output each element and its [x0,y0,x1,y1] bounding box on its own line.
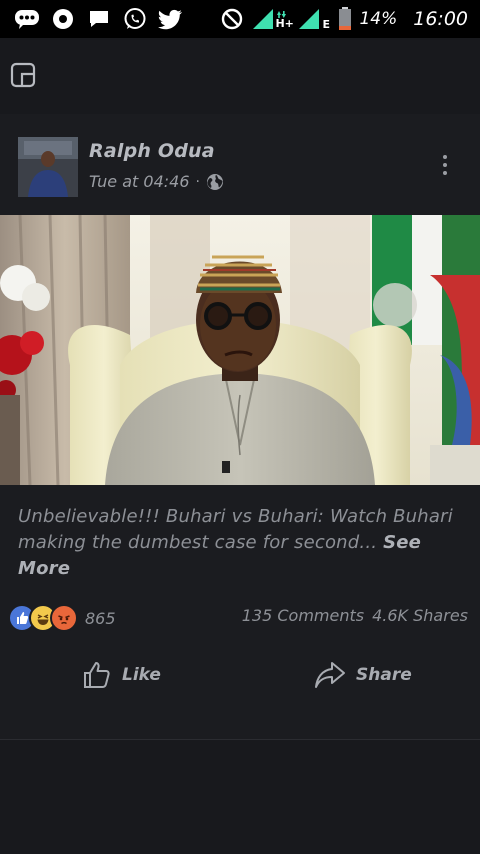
clock: 16:00 [413,8,468,30]
more-options-icon[interactable] [432,150,458,180]
record-icon [50,8,76,30]
battery-icon [337,7,353,30]
engagement-stats: 135 Comments 4.6K Shares [242,606,468,625]
globe-icon [206,173,224,191]
reaction-count: 865 [85,608,116,628]
signal-icon-2: E [297,8,331,31]
like-label: Like [122,665,161,685]
author-name[interactable]: Ralph Odua [89,140,215,162]
post-meta: Tue at 04:46 · [89,172,224,191]
signal-icon: H+ [251,8,294,30]
whatsapp-icon [122,8,148,30]
share-arrow-icon [314,660,346,690]
status-bar: H+ E 14% 16:00 [0,0,480,38]
avatar[interactable] [18,137,78,197]
twitter-icon [158,8,184,30]
video-frame-image [0,215,480,485]
post-timestamp[interactable]: Tue at 04:46 [89,172,190,191]
like-button[interactable]: Like [82,660,161,690]
messenger-icon [14,8,40,30]
post-actions: Like Share [0,644,480,708]
do-not-disturb-icon [219,8,245,30]
top-bar [0,38,480,114]
thumbs-up-icon [82,660,112,690]
network-type-label-2: E [322,18,330,31]
picture-in-picture-icon[interactable] [10,62,36,88]
angry-reaction-icon [50,604,78,632]
reactions-summary[interactable]: 865 [8,604,116,632]
share-label: Share [356,665,412,685]
share-button[interactable]: Share [314,660,412,690]
battery-percent: 14% [359,9,398,29]
post-card: Ralph Odua Tue at 04:46 · Unbelievable!!… [0,114,480,740]
chat-icon [86,8,112,30]
meta-separator: · [195,173,200,190]
video-player[interactable] [0,215,480,485]
comments-count[interactable]: 135 Comments [242,606,364,625]
divider [0,739,480,740]
network-type-label: H+ [275,17,294,30]
post-caption: Unbelievable!!! Buhari vs Buhari: Watch … [18,504,458,582]
shares-count[interactable]: 4.6K Shares [372,606,468,625]
